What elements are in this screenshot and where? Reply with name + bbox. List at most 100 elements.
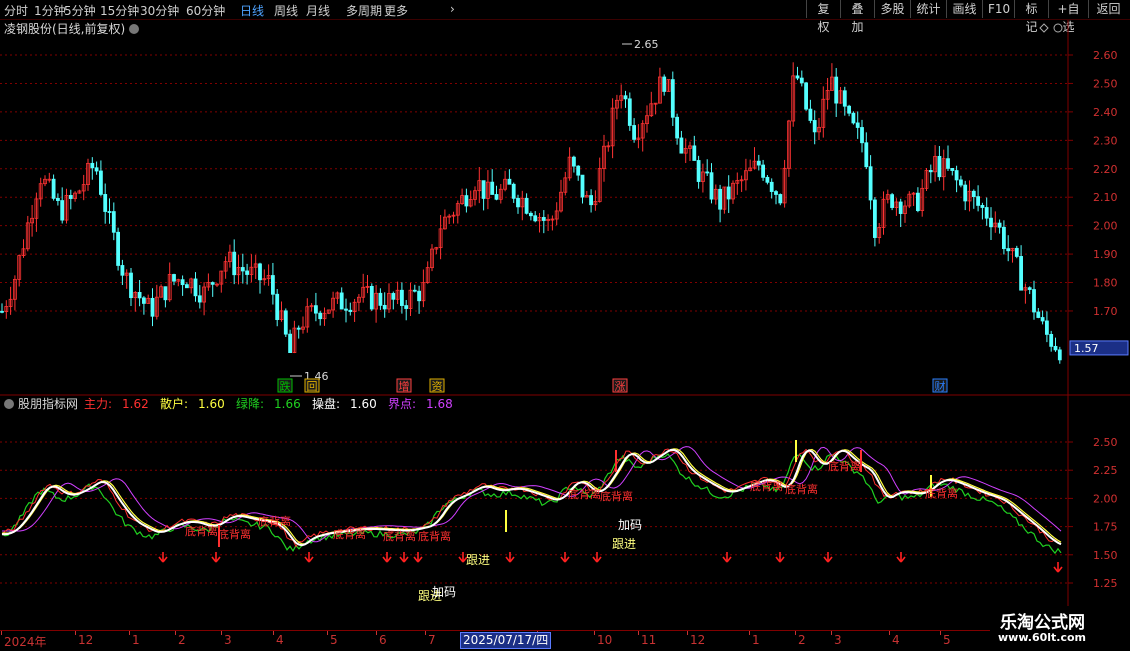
- divergence-label: 底背离: [828, 459, 861, 473]
- candle-body: [726, 186, 731, 200]
- buy-arrow: [775, 552, 785, 563]
- divergence-label: 底背离: [785, 482, 818, 496]
- candle-body: [1002, 226, 1006, 249]
- candle-body: [258, 263, 262, 281]
- candle-body: [1006, 248, 1011, 252]
- candle-body: [240, 267, 245, 272]
- period-tab-10[interactable]: 更多: [384, 2, 408, 19]
- period-tab-4[interactable]: 30分钟: [140, 2, 179, 19]
- indicator-tick-label: 1.25: [1093, 577, 1118, 590]
- diamond-icon[interactable]: [1039, 23, 1049, 33]
- candle-body: [769, 181, 774, 192]
- time-axis: 2024年121234567910111212345 2025/07/17/四: [0, 630, 1130, 651]
- indicator-name-2: 绿降:: [236, 396, 264, 411]
- candle-body: [1045, 320, 1049, 335]
- toolbar-button-3[interactable]: 统计: [910, 0, 946, 18]
- candle-body: [774, 191, 778, 195]
- period-tab-0[interactable]: 分时: [4, 2, 28, 19]
- price-tick-label: 2.50: [1093, 77, 1118, 90]
- toolbar-button-0[interactable]: 复权: [806, 0, 840, 34]
- buy-arrow: [413, 552, 423, 563]
- candle-body: [898, 201, 903, 214]
- chart-area[interactable]: 2.60 2.50 2.40 2.30 2.20 2.10 2.00 1.90 1.80 1.70…: [0, 20, 1130, 630]
- toolbar-button-1[interactable]: 叠加: [840, 0, 874, 34]
- divergence-label: 底背离: [218, 527, 251, 541]
- candle-body: [670, 79, 675, 118]
- candle-body: [481, 180, 486, 199]
- time-label-2: 1: [132, 633, 140, 647]
- time-tick: [129, 631, 130, 635]
- event-marker-3: 资: [432, 380, 443, 393]
- candle-body: [378, 292, 383, 306]
- candle-body: [576, 165, 581, 176]
- buy-arrow: [211, 552, 221, 563]
- indicator-title-chevron-icon[interactable]: [4, 399, 14, 409]
- period-tab-7[interactable]: 周线: [274, 2, 298, 19]
- time-label-11: 11: [641, 633, 657, 647]
- time-label-10: 10: [597, 633, 613, 647]
- time-label-13: 1: [752, 633, 760, 647]
- current-price-label: 1.57: [1074, 342, 1099, 355]
- buy-arrow: [158, 552, 168, 563]
- time-tick: [940, 631, 941, 635]
- period-tab-1[interactable]: 1分钟: [34, 2, 66, 19]
- time-tick: [273, 631, 274, 635]
- period-tab-9[interactable]: 多周期: [346, 2, 382, 19]
- candle-body: [344, 308, 348, 311]
- candle-body: [799, 77, 804, 84]
- time-tick: [175, 631, 176, 635]
- candle-body: [516, 197, 520, 208]
- price-tick-label: 2.20: [1093, 163, 1118, 176]
- toolbar-button-4[interactable]: 画线: [946, 0, 982, 18]
- candle-body: [99, 170, 103, 195]
- candle-body: [572, 156, 576, 167]
- buy-arrow: [505, 552, 515, 563]
- candle-body: [116, 231, 120, 266]
- candle-body: [318, 312, 323, 320]
- buy-arrow: [1053, 562, 1063, 573]
- toolbar-button-6[interactable]: 标记: [1014, 0, 1048, 34]
- candle-body: [163, 286, 168, 301]
- candle-body: [0, 310, 4, 313]
- candle-body: [842, 90, 847, 107]
- candle-body: [524, 197, 529, 214]
- candle-body: [382, 304, 387, 310]
- candle-body: [632, 125, 636, 140]
- toolbar-button-7[interactable]: +自选: [1048, 0, 1088, 34]
- period-tab-5[interactable]: 60分钟: [186, 2, 225, 19]
- time-tick: [795, 631, 796, 635]
- period-tab-8[interactable]: 月线: [306, 2, 330, 19]
- indicator-lines: 底背离 底背离底背离底背离 底背离 底背离底背离 底背离底背离 底背离底背离底背离跟进跟进…: [1, 440, 1063, 603]
- buy-arrow: [560, 552, 570, 563]
- circle-icon[interactable]: [1053, 23, 1063, 33]
- candle-body: [950, 168, 955, 171]
- toolbar-button-5[interactable]: F10: [982, 0, 1014, 18]
- buy-arrow: [823, 552, 833, 563]
- candle-body: [980, 205, 985, 208]
- candle-body: [1036, 311, 1041, 318]
- candle-body: [589, 195, 593, 206]
- toolbar-button-8[interactable]: 返回: [1088, 0, 1128, 18]
- time-tick: [327, 631, 328, 635]
- candle-body: [197, 295, 202, 303]
- candle-body: [120, 265, 125, 276]
- watermark: 乐淘公式网 www.60lt.com: [990, 606, 1130, 650]
- time-label-14: 2: [798, 633, 806, 647]
- price-panel-title: 凌钢股份(日线,前复权): [4, 21, 125, 36]
- candle-body: [94, 167, 99, 172]
- price-title-chevron-icon[interactable]: [129, 24, 139, 34]
- candle-body: [959, 179, 963, 186]
- toolbar-button-2[interactable]: 多股: [874, 0, 910, 18]
- period-tab-3[interactable]: 15分钟: [100, 2, 139, 19]
- candle-body: [232, 251, 237, 276]
- divergence-label: 底背离: [383, 529, 416, 543]
- candle-body: [916, 192, 920, 211]
- candle-body: [490, 181, 495, 195]
- watermark-url: www.60lt.com: [998, 631, 1087, 644]
- indicator-tick-label: 1.50: [1093, 549, 1118, 562]
- period-tab-2[interactable]: 5分钟: [64, 2, 96, 19]
- chevron-right-icon[interactable]: ›: [450, 2, 455, 16]
- indicator-name-3: 操盘:: [312, 396, 340, 411]
- time-label-8: 7: [428, 633, 436, 647]
- period-tab-6[interactable]: 日线: [240, 2, 264, 19]
